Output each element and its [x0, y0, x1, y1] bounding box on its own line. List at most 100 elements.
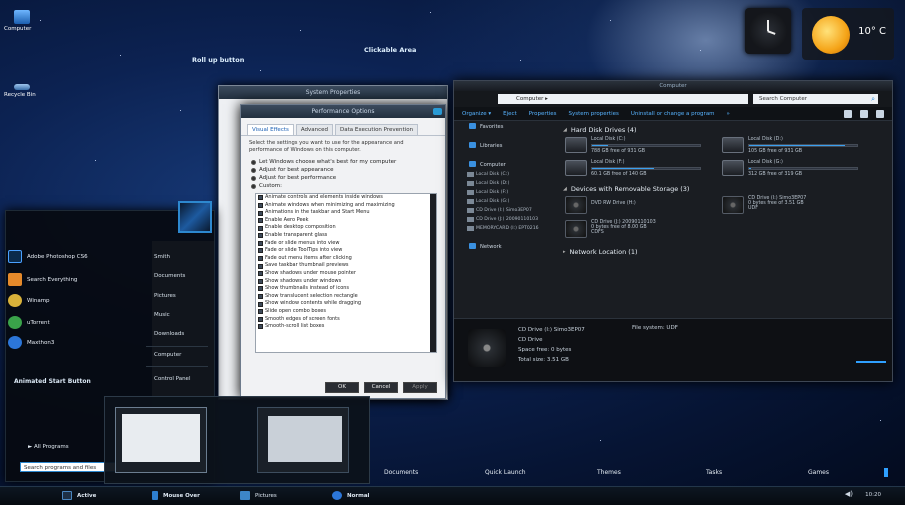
drive-item[interactable]: Local Disk (C:) 788 GB free of 931 GB — [565, 137, 710, 154]
radio-custom[interactable]: Custom: — [241, 182, 445, 190]
nav-drive[interactable]: Local Disk (F:) — [454, 188, 556, 197]
start-program-search-everything[interactable]: Search Everything — [8, 273, 77, 286]
drive-item[interactable]: CD Drive (J:) 20090110103 0 bytes free of… — [565, 220, 710, 238]
strip-themes[interactable]: Themes — [597, 469, 621, 476]
tray-clock[interactable]: 10:20 — [865, 492, 881, 498]
window-thumbnail[interactable] — [115, 407, 207, 473]
apply-button[interactable]: Apply — [403, 382, 437, 393]
start-program-winamp[interactable]: Winamp — [8, 294, 50, 307]
radio-best-appearance[interactable]: Adjust for best appearance — [241, 166, 445, 174]
start-right-downloads[interactable]: Downloads — [154, 331, 184, 337]
taskbar-item-pictures[interactable]: Pictures — [240, 491, 277, 500]
drive-item[interactable]: Local Disk (F:) 60.1 GB free of 140 GB — [565, 160, 710, 177]
strip-documents[interactable]: Documents — [384, 469, 418, 476]
nav-drive[interactable]: Local Disk (D:) — [454, 179, 556, 188]
window-thumbnail[interactable] — [257, 407, 349, 473]
radio-best-performance[interactable]: Adjust for best performance — [241, 174, 445, 182]
checklist-item[interactable]: Enable Aero Peek — [256, 217, 436, 225]
radio-windows-choose[interactable]: Let Windows choose what's best for my co… — [241, 158, 445, 166]
drive-item[interactable]: CD Drive (I:) Simo3EP07 0 bytes free of 3… — [722, 196, 867, 214]
checklist-item[interactable]: Save taskbar thumbnail previews — [256, 262, 436, 270]
start-right-music[interactable]: Music — [154, 312, 170, 318]
taskbar-item-mouse-over[interactable]: Mouse Over — [152, 491, 200, 500]
cancel-button[interactable]: Cancel — [364, 382, 398, 393]
address-bar[interactable]: Computer ▸ — [498, 94, 748, 104]
drive-item[interactable]: DVD RW Drive (H:) — [565, 196, 710, 214]
nav-libraries[interactable]: Libraries — [454, 141, 556, 151]
volume-icon[interactable]: ◀) — [845, 490, 853, 498]
checklist-item[interactable]: Fade out menu items after clicking — [256, 255, 436, 263]
checklist-item[interactable]: Smooth edges of screen fonts — [256, 316, 436, 324]
window-titlebar[interactable]: System Properties — [219, 86, 447, 99]
checklist-item[interactable]: Show translucent selection rectangle — [256, 293, 436, 301]
strip-tasks[interactable]: Tasks — [706, 469, 722, 476]
drive-item[interactable]: Local Disk (G:) 312 GB free of 319 GB — [722, 160, 867, 177]
uninstall-button[interactable]: Uninstall or change a program — [631, 111, 715, 117]
strip-games[interactable]: Games — [808, 469, 829, 476]
start-program-maxthon[interactable]: Maxthon3 — [8, 336, 54, 349]
nav-network[interactable]: Network — [454, 242, 556, 252]
start-program-photoshop[interactable]: Adobe Photoshop CS6 — [8, 250, 88, 263]
checklist-item[interactable]: Animate controls and elements inside win… — [256, 194, 436, 202]
checklist-item[interactable]: Fade or slide menus into view — [256, 240, 436, 248]
organize-button[interactable]: Organize ▾ — [462, 111, 491, 117]
checklist-item[interactable]: Slide open combo boxes — [256, 308, 436, 316]
nav-drive[interactable]: Local Disk (G:) — [454, 197, 556, 206]
nav-drive[interactable]: CD Drive (I:) Simo3EP07 — [454, 206, 556, 215]
checklist-item[interactable]: Enable transparent glass — [256, 232, 436, 240]
performance-options-window[interactable]: Performance Options Visual Effects Advan… — [240, 104, 446, 399]
user-picture[interactable] — [178, 201, 212, 233]
scrollbar[interactable] — [430, 194, 436, 353]
checklist-item[interactable]: Animate windows when minimizing and maxi… — [256, 202, 436, 210]
close-icon[interactable] — [433, 108, 442, 115]
system-properties-button[interactable]: System properties — [569, 111, 619, 117]
taskbar-item-active[interactable]: Active — [62, 491, 96, 500]
checklist-item[interactable]: Fade or slide ToolTips into view — [256, 247, 436, 255]
explorer-window[interactable]: Computer Computer ▸ Search Computer ⌕ Or… — [453, 80, 893, 382]
help-icon[interactable] — [876, 109, 884, 118]
strip-quick-launch[interactable]: Quick Launch — [485, 469, 526, 476]
tab-visual-effects[interactable]: Visual Effects — [247, 124, 294, 135]
all-programs-button[interactable]: ► All Programs — [28, 444, 69, 450]
ok-button[interactable]: OK — [325, 382, 359, 393]
checklist-item[interactable]: Show shadows under mouse pointer — [256, 270, 436, 278]
tab-dep[interactable]: Data Execution Prevention — [335, 124, 419, 135]
clock-gadget[interactable] — [745, 8, 791, 54]
group-header-removable[interactable]: ◢ Devices with Removable Storage (3) — [559, 181, 889, 196]
checklist-item[interactable]: Show window contents while dragging — [256, 300, 436, 308]
desktop-icon-recycle-bin[interactable]: Recycle Bin — [4, 84, 50, 98]
group-header-network[interactable]: ▸ Network Location (1) — [559, 244, 889, 259]
desktop-icon-computer[interactable]: Computer — [4, 10, 50, 32]
eject-button[interactable]: Eject — [503, 111, 517, 117]
start-right-documents[interactable]: Documents — [154, 273, 185, 279]
nav-drive[interactable]: MEMORYCARD (I:) EPT0216 — [454, 224, 556, 233]
search-input[interactable]: Search Computer ⌕ — [753, 94, 878, 104]
checklist-item[interactable]: Smooth-scroll list boxes — [256, 323, 436, 331]
nav-drive[interactable]: Local Disk (C:) — [454, 170, 556, 179]
tab-advanced[interactable]: Advanced — [295, 124, 334, 135]
taskbar-thumbnail-popup[interactable] — [104, 396, 370, 484]
properties-button[interactable]: Properties — [529, 111, 557, 117]
group-header-hdd[interactable]: ◢ Hard Disk Drives (4) — [559, 122, 889, 137]
views-icon[interactable] — [844, 109, 852, 118]
nav-favorites[interactable]: Favorites — [454, 122, 556, 132]
taskbar-item-normal[interactable]: Normal — [332, 491, 369, 500]
start-right-pictures[interactable]: Pictures — [154, 293, 176, 299]
start-right-control-panel[interactable]: Control Panel — [154, 376, 190, 382]
start-right-user[interactable]: Smith — [154, 254, 170, 260]
checklist-item[interactable]: Show shadows under windows — [256, 278, 436, 286]
start-program-utorrent[interactable]: uTorrent — [8, 316, 50, 329]
checklist-item[interactable]: Animations in the taskbar and Start Menu — [256, 209, 436, 217]
start-right-computer[interactable]: Computer — [154, 352, 181, 358]
window-titlebar[interactable]: Computer — [454, 81, 892, 91]
drive-item[interactable]: Local Disk (D:) 105 GB free of 931 GB — [722, 137, 867, 154]
more-button[interactable]: » — [727, 111, 730, 117]
checklist-item[interactable]: Enable desktop composition — [256, 224, 436, 232]
nav-drive[interactable]: CD Drive (J:) 20090110103 — [454, 215, 556, 224]
preview-pane-icon[interactable] — [860, 109, 868, 118]
nav-computer[interactable]: Computer — [454, 160, 556, 170]
checklist-item[interactable]: Show thumbnails instead of icons — [256, 285, 436, 293]
weather-gadget[interactable]: 10° C — [802, 8, 894, 60]
window-titlebar[interactable]: Performance Options — [241, 105, 445, 118]
effects-checklist[interactable]: Animate controls and elements inside win… — [255, 193, 437, 354]
